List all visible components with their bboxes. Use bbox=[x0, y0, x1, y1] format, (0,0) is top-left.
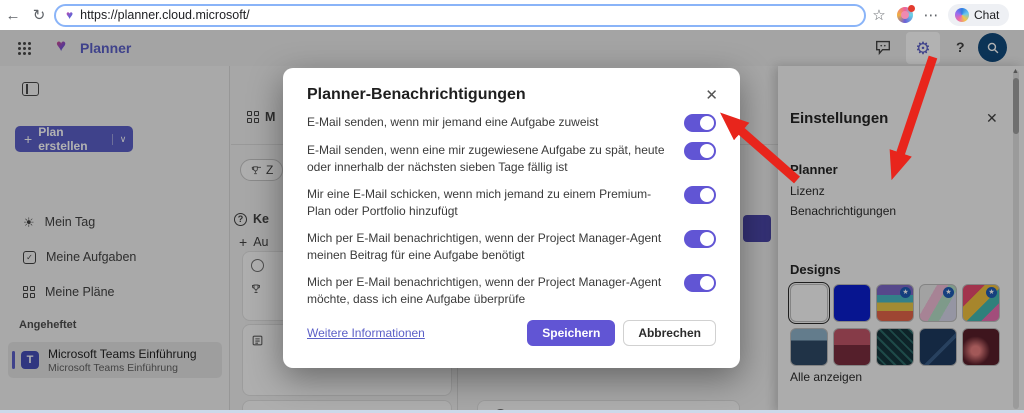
screenshot-root: ← ↻ ♥ https://planner.cloud.microsoft/ ☆… bbox=[0, 0, 1024, 413]
dialog-close-icon[interactable]: ✕ bbox=[705, 86, 718, 104]
chat-label: Chat bbox=[974, 8, 999, 22]
notification-toggle[interactable] bbox=[684, 142, 716, 160]
dialog-footer: Weitere Informationen Speichern Abbreche… bbox=[307, 320, 716, 346]
bookmark-star-icon[interactable]: ☆ bbox=[866, 6, 892, 24]
planner-app: ♥ Planner ⚙ ? + Plan erstellen ∨ ☀ Mein … bbox=[0, 30, 1024, 413]
browser-menu-icon[interactable]: ⋯ bbox=[918, 6, 944, 24]
notification-setting-label: E-Mail senden, wenn mir jemand eine Aufg… bbox=[307, 114, 674, 131]
notifications-dialog: Planner-Benachrichtigungen ✕ E-Mail send… bbox=[283, 68, 740, 368]
notification-setting-label: E-Mail senden, wenn eine mir zugewiesene… bbox=[307, 142, 674, 176]
toggle-knob bbox=[700, 232, 714, 246]
toggle-knob bbox=[700, 144, 714, 158]
notification-toggle[interactable] bbox=[684, 230, 716, 248]
notification-setting-label: Mich per E-Mail benachrichtigen, wenn de… bbox=[307, 230, 674, 264]
extension-icon[interactable] bbox=[897, 7, 913, 23]
chat-button[interactable]: Chat bbox=[948, 4, 1009, 26]
browser-reload-icon[interactable]: ↻ bbox=[26, 6, 52, 24]
notification-setting-label: Mir eine E-Mail schicken, wenn mich jema… bbox=[307, 186, 674, 220]
notification-setting-row: Mich per E-Mail benachrichtigen, wenn de… bbox=[307, 274, 716, 308]
notification-setting-row: E-Mail senden, wenn mir jemand eine Aufg… bbox=[307, 114, 716, 132]
notification-toggle[interactable] bbox=[684, 274, 716, 292]
more-info-link[interactable]: Weitere Informationen bbox=[307, 326, 425, 340]
address-bar[interactable]: ♥ https://planner.cloud.microsoft/ bbox=[54, 4, 866, 27]
toggle-knob bbox=[700, 116, 714, 130]
url-text: https://planner.cloud.microsoft/ bbox=[80, 8, 250, 22]
notification-setting-row: E-Mail senden, wenn eine mir zugewiesene… bbox=[307, 142, 716, 176]
cancel-button[interactable]: Abbrechen bbox=[623, 320, 716, 346]
toggle-knob bbox=[700, 276, 714, 290]
notification-setting-row: Mich per E-Mail benachrichtigen, wenn de… bbox=[307, 230, 716, 264]
notification-dot bbox=[908, 5, 915, 12]
save-button[interactable]: Speichern bbox=[527, 320, 615, 346]
planner-favicon-icon: ♥ bbox=[66, 9, 73, 21]
notification-toggle[interactable] bbox=[684, 114, 716, 132]
toggle-knob bbox=[700, 188, 714, 202]
notification-toggle[interactable] bbox=[684, 186, 716, 204]
notification-setting-label: Mich per E-Mail benachrichtigen, wenn de… bbox=[307, 274, 674, 308]
browser-back-icon[interactable]: ← bbox=[0, 7, 26, 24]
dialog-title: Planner-Benachrichtigungen bbox=[307, 86, 716, 104]
copilot-chat-icon bbox=[955, 8, 969, 22]
notification-setting-row: Mir eine E-Mail schicken, wenn mich jema… bbox=[307, 186, 716, 220]
browser-chrome: ← ↻ ♥ https://planner.cloud.microsoft/ ☆… bbox=[0, 0, 1024, 30]
